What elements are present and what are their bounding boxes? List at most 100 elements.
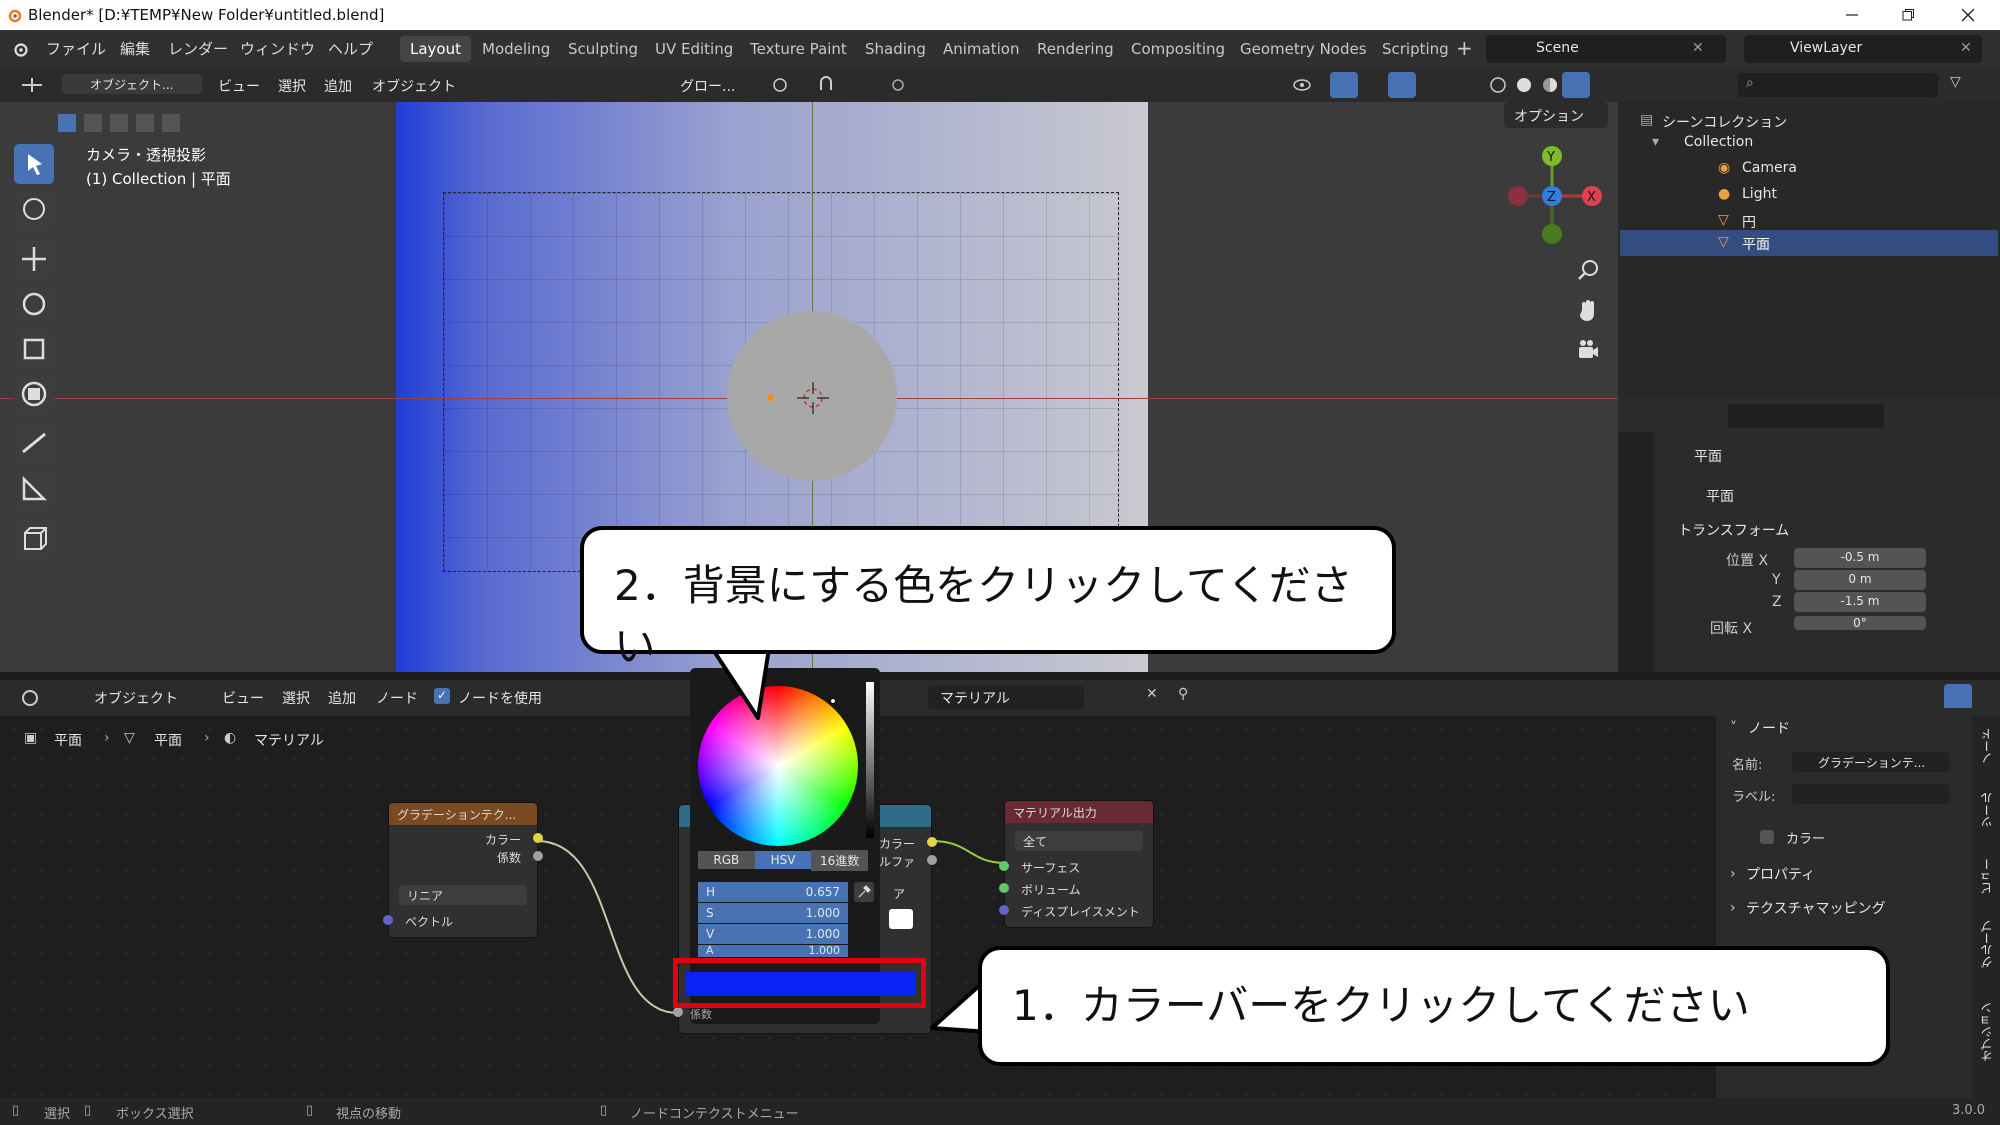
rotate-tool[interactable] xyxy=(14,284,54,324)
color-section-title[interactable]: カラー xyxy=(1786,828,1825,847)
mode-dropdown[interactable]: オブジェクト... xyxy=(62,74,202,94)
outliner-item-plane[interactable]: 平面 xyxy=(1742,234,1770,254)
pan-hand-icon[interactable] xyxy=(1572,294,1604,326)
navigation-gizmo[interactable]: Y X Z xyxy=(1494,136,1614,256)
properties-section-title[interactable]: プロパティ xyxy=(1746,864,1815,884)
sidebar-tab-node[interactable]: ノード xyxy=(1978,728,1995,764)
transform-section-title[interactable]: トランスフォーム xyxy=(1678,520,1789,540)
sidebar-tab-options[interactable]: オプション xyxy=(1978,1002,1995,1062)
rendered-shading-icon[interactable] xyxy=(1562,72,1590,98)
remove-view-layer-icon[interactable]: ✕ xyxy=(1960,40,1972,56)
outliner-item-selected-row[interactable]: ▽ 平面 xyxy=(1620,230,1998,256)
viewport-menu-select[interactable]: 選択 xyxy=(278,76,306,96)
outliner-item-circle[interactable]: 円 xyxy=(1742,212,1756,232)
add-workspace-button[interactable]: + xyxy=(1456,36,1473,60)
node-menu-view[interactable]: ビュー xyxy=(222,688,264,708)
annotate-tool[interactable] xyxy=(14,424,54,464)
visibility-icon[interactable] xyxy=(1290,75,1314,95)
node-label-field[interactable] xyxy=(1792,784,1950,804)
menu-window[interactable]: ウィンドウ xyxy=(240,38,315,59)
node-name-field[interactable]: グラデーションテ... xyxy=(1792,752,1950,772)
cursor-tool[interactable] xyxy=(14,189,54,229)
tab-texture-paint[interactable]: Texture Paint xyxy=(740,36,857,62)
output-target-dropdown[interactable]: 全て xyxy=(1015,831,1143,851)
tab-rendering[interactable]: Rendering xyxy=(1027,36,1124,62)
color-wheel-cursor[interactable] xyxy=(830,698,836,704)
zoom-icon[interactable] xyxy=(1572,254,1604,286)
hue-field[interactable]: H 0.657 xyxy=(698,882,848,902)
gradient-fac-socket[interactable] xyxy=(533,851,543,861)
location-z-field[interactable]: -1.5 m xyxy=(1794,592,1926,612)
properties-datablock[interactable]: 平面 xyxy=(1706,486,1734,506)
ramp-stop-color-swatch[interactable] xyxy=(889,909,913,929)
gradient-type-dropdown[interactable]: リニア xyxy=(399,885,527,905)
tab-modeling[interactable]: Modeling xyxy=(472,36,560,62)
properties-section-chevron-icon[interactable]: › xyxy=(1730,866,1736,882)
solid-shading-icon[interactable] xyxy=(1514,75,1534,95)
outliner-search-input[interactable]: ⌕ xyxy=(1738,73,1938,97)
material-output-node[interactable]: マテリアル出力 全て サーフェス ボリューム ディスプレイスメント xyxy=(999,800,1154,928)
node-section-title[interactable]: ノード xyxy=(1748,718,1790,738)
material-output-header[interactable]: マテリアル出力 xyxy=(1005,801,1153,823)
saturation-field[interactable]: S 1.000 xyxy=(698,903,848,923)
ramp-color-socket[interactable] xyxy=(927,837,937,847)
output-surface-socket[interactable] xyxy=(999,861,1009,871)
node-menu-select[interactable]: 選択 xyxy=(282,688,310,708)
snap-icon[interactable] xyxy=(816,75,836,95)
camera-view-icon[interactable] xyxy=(1572,334,1604,366)
gradient-color-socket[interactable] xyxy=(533,833,543,843)
tab-geometry-nodes[interactable]: Geometry Nodes xyxy=(1230,36,1377,62)
tab-animation[interactable]: Animation xyxy=(933,36,1029,62)
pivot-icon[interactable] xyxy=(770,75,790,95)
tab-compositing[interactable]: Compositing xyxy=(1121,36,1235,62)
restore-icon[interactable] xyxy=(1898,6,1918,24)
wireframe-shading-icon[interactable] xyxy=(1488,75,1508,95)
close-window-icon[interactable] xyxy=(1958,6,1978,24)
properties-tab-column[interactable] xyxy=(1618,432,1654,672)
node-section-chevron-icon[interactable]: ˅ xyxy=(1730,720,1737,736)
transform-orientation[interactable]: グロー... xyxy=(680,76,735,96)
move-tool[interactable] xyxy=(14,239,54,279)
node-mode-dropdown[interactable]: オブジェクト xyxy=(62,686,204,710)
output-volume-socket[interactable] xyxy=(999,883,1009,893)
measure-tool[interactable] xyxy=(14,469,54,509)
color-bar[interactable] xyxy=(686,972,916,996)
location-x-field[interactable]: -0.5 m xyxy=(1794,548,1926,568)
tab-sculpting[interactable]: Sculpting xyxy=(558,36,648,62)
ramp-fac-socket[interactable] xyxy=(673,1007,683,1017)
view-layer-selector[interactable]: ViewLayer ✕ xyxy=(1744,35,1982,63)
collection-label[interactable]: Collection xyxy=(1684,134,1753,150)
tab-shading[interactable]: Shading xyxy=(855,36,936,62)
collection-expand-icon[interactable]: ▾ xyxy=(1652,134,1659,150)
sidebar-tab-tool[interactable]: ツール xyxy=(1978,792,1995,828)
sidebar-tab-view[interactable]: ビュー xyxy=(1978,858,1995,894)
viewport-menu-view[interactable]: ビュー xyxy=(218,76,260,96)
editor-type-icon[interactable] xyxy=(14,74,50,96)
use-nodes-checkbox[interactable]: ✓ xyxy=(434,688,450,704)
material-selector[interactable]: マテリアル xyxy=(928,686,1084,710)
blender-menu-icon[interactable] xyxy=(10,39,30,59)
add-cube-tool[interactable] xyxy=(14,519,54,559)
select-mode-buttons[interactable] xyxy=(56,112,216,134)
material-shading-icon[interactable] xyxy=(1540,75,1560,95)
tab-scripting[interactable]: Scripting xyxy=(1372,36,1459,62)
unlink-material-icon[interactable]: ✕ xyxy=(1146,686,1158,702)
proportional-edit-icon[interactable] xyxy=(888,75,908,95)
alpha-field[interactable]: A 1.000 xyxy=(698,945,848,957)
outliner-item-camera[interactable]: Camera xyxy=(1742,160,1797,176)
properties-search-input[interactable] xyxy=(1728,404,1884,428)
value-field[interactable]: V 1.000 xyxy=(698,924,848,944)
outliner-item-light[interactable]: Light xyxy=(1742,186,1777,202)
viewport-menu-add[interactable]: 追加 xyxy=(324,76,352,96)
filter-icon[interactable]: ▽ xyxy=(1950,74,1961,90)
node-editor-type-icon[interactable] xyxy=(12,688,48,708)
location-y-field[interactable]: 0 m xyxy=(1794,570,1926,590)
node-overlay-toggle[interactable] xyxy=(1944,684,1972,710)
value-slider[interactable] xyxy=(866,682,874,838)
menu-edit[interactable]: 編集 xyxy=(120,38,150,59)
texmap-section-chevron-icon[interactable]: › xyxy=(1730,900,1736,916)
ramp-alpha-socket[interactable] xyxy=(927,855,937,865)
menu-render[interactable]: レンダー xyxy=(168,38,228,59)
tab-hex[interactable]: 16進数 xyxy=(811,849,869,871)
tab-uv-editing[interactable]: UV Editing xyxy=(645,36,743,62)
